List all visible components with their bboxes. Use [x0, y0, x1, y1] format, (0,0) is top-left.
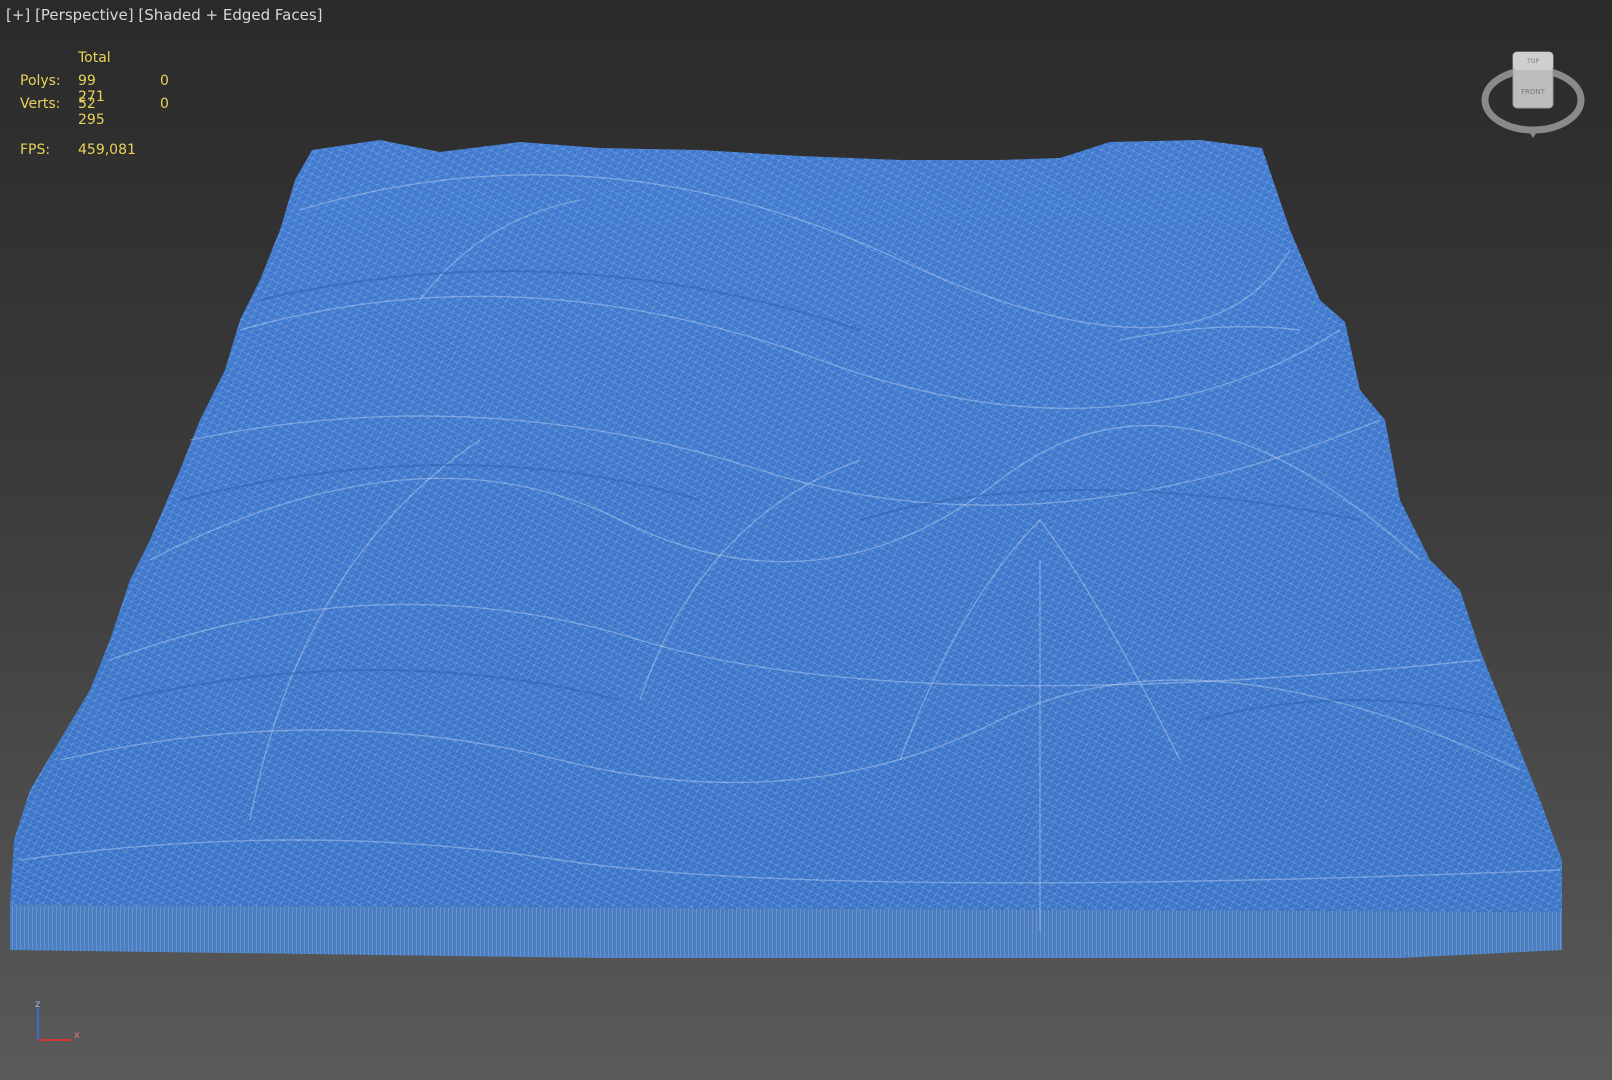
mesh-top-wireframe: [10, 140, 1562, 912]
viewcube-icon[interactable]: TOP FRONT: [1478, 48, 1588, 143]
axis-x-label: x: [74, 1030, 80, 1041]
axis-tripod: z x: [28, 998, 88, 1048]
viewcube-top-label[interactable]: TOP: [1526, 58, 1539, 65]
terrain-mesh-viewport[interactable]: [0, 0, 1612, 1080]
axis-z-label: z: [35, 999, 40, 1010]
viewcube[interactable]: TOP FRONT: [1478, 48, 1588, 143]
axis-tripod-icon: z x: [35, 999, 80, 1041]
viewcube-front-label[interactable]: FRONT: [1521, 88, 1546, 96]
mesh-side-wireframe: [10, 905, 1562, 958]
